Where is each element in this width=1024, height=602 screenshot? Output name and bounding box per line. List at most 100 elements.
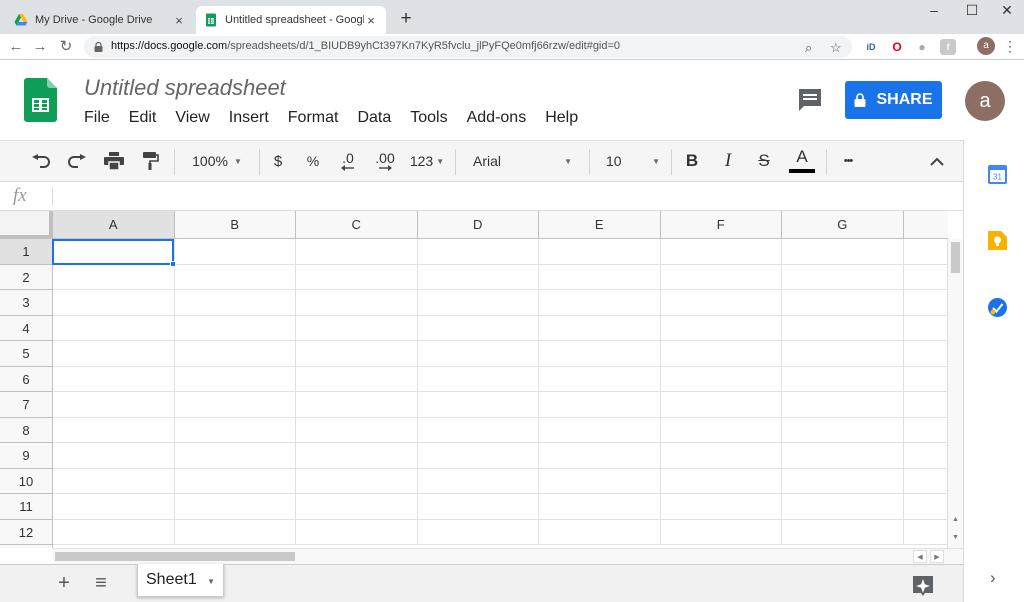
formula-input[interactable] <box>58 182 958 210</box>
grid-cell[interactable] <box>53 494 175 520</box>
grid-cell[interactable] <box>660 392 782 418</box>
grid-cell[interactable] <box>660 290 782 316</box>
row-header-9[interactable]: 9 <box>0 443 53 469</box>
grid-cell[interactable] <box>417 519 539 545</box>
grid-cell[interactable] <box>417 366 539 392</box>
all-sheets-button[interactable]: ≡ <box>87 569 115 597</box>
grid-cell[interactable] <box>53 468 175 494</box>
row-header-5[interactable]: 5 <box>0 341 53 367</box>
scroll-left-icon[interactable]: ◀ <box>913 550 927 563</box>
row-header-partial[interactable] <box>0 545 53 548</box>
grid-cell[interactable] <box>539 264 661 290</box>
grid-cell[interactable] <box>782 494 904 520</box>
grid-cell[interactable] <box>174 341 296 367</box>
grid-cell[interactable] <box>174 264 296 290</box>
add-sheet-button[interactable]: + <box>50 569 78 597</box>
grid-cell[interactable] <box>53 519 175 545</box>
document-title[interactable]: Untitled spreadsheet <box>84 75 286 101</box>
column-header-a[interactable]: A <box>53 211 175 239</box>
grid-cell[interactable] <box>660 417 782 443</box>
chevron-down-icon[interactable]: ▼ <box>207 577 215 586</box>
row-header-7[interactable]: 7 <box>0 392 53 418</box>
vertical-scroll-thumb[interactable] <box>951 242 960 273</box>
bookmark-star-icon[interactable]: ☆ <box>830 40 842 56</box>
grid-cell[interactable] <box>53 264 175 290</box>
column-header-partial[interactable] <box>903 211 948 239</box>
grid-cell[interactable] <box>903 392 948 418</box>
menu-insert[interactable]: Insert <box>229 109 269 127</box>
grid-cell[interactable] <box>660 468 782 494</box>
grid-cell[interactable] <box>174 417 296 443</box>
collapse-menus-button[interactable] <box>925 141 949 181</box>
grid-cell[interactable] <box>53 341 175 367</box>
grid-cell[interactable] <box>660 264 782 290</box>
grid-cell[interactable] <box>903 239 948 265</box>
grid-cell[interactable] <box>660 366 782 392</box>
grid-cell[interactable] <box>782 417 904 443</box>
scroll-right-icon[interactable]: ▶ <box>930 550 944 563</box>
grid-cell[interactable] <box>539 443 661 469</box>
grid-cell[interactable] <box>782 239 904 265</box>
grid-cell[interactable] <box>174 366 296 392</box>
grid-cell[interactable] <box>903 443 948 469</box>
row-header-11[interactable]: 11 <box>0 494 53 520</box>
grid-cell[interactable] <box>53 290 175 316</box>
grid-cell[interactable] <box>903 367 948 392</box>
menu-tools[interactable]: Tools <box>410 109 447 127</box>
grid-cell[interactable] <box>53 443 175 469</box>
fill-handle[interactable] <box>170 261 176 267</box>
grid-cell[interactable] <box>296 341 418 367</box>
grid-cell[interactable] <box>417 392 539 418</box>
expand-side-panel-icon[interactable]: › <box>990 568 996 588</box>
grid-cell[interactable] <box>296 290 418 316</box>
row-header-4[interactable]: 4 <box>0 315 53 341</box>
grid-cell[interactable] <box>539 315 661 341</box>
menu-add-ons[interactable]: Add-ons <box>467 109 527 127</box>
column-header-b[interactable]: B <box>174 211 296 239</box>
browser-tab-drive[interactable]: My Drive - Google Drive × <box>6 6 194 34</box>
calendar-icon[interactable]: 31 <box>988 165 1007 184</box>
grid-cell[interactable] <box>539 468 661 494</box>
grid-cell[interactable] <box>174 494 296 520</box>
opera-extension-icon[interactable]: O <box>889 39 905 55</box>
print-icon[interactable] <box>101 141 127 181</box>
column-header-d[interactable]: D <box>417 211 539 239</box>
row-header-3[interactable]: 3 <box>0 290 53 316</box>
grid-cell[interactable] <box>782 264 904 290</box>
horizontal-scrollbar[interactable]: ◀ ▶ <box>53 548 963 564</box>
format-currency-button[interactable]: $ <box>267 141 289 181</box>
grid-cell[interactable] <box>660 239 782 265</box>
grid-cell[interactable] <box>903 469 948 494</box>
increase-decimal-button[interactable]: .00 <box>371 141 399 181</box>
grid-cell[interactable] <box>174 468 296 494</box>
row-header-2[interactable]: 2 <box>0 264 53 290</box>
reload-icon[interactable]: ↻ <box>56 37 76 57</box>
menu-file[interactable]: File <box>84 109 110 127</box>
grid-cell[interactable] <box>296 392 418 418</box>
grid-cell[interactable] <box>903 520 948 545</box>
grid-cell[interactable] <box>417 341 539 367</box>
grid-cell[interactable] <box>903 290 948 316</box>
grid-cell[interactable] <box>53 315 175 341</box>
grid-cell[interactable] <box>174 519 296 545</box>
decrease-decimal-button[interactable]: .0 <box>335 141 361 181</box>
font-size-select[interactable]: 10 ▼ <box>598 141 662 181</box>
active-cell-outline[interactable] <box>52 239 174 265</box>
more-options-button[interactable]: ••• <box>834 141 862 181</box>
grid-cell[interactable] <box>539 239 661 265</box>
grid-cell[interactable] <box>660 315 782 341</box>
scroll-down-icon[interactable]: ▼ <box>948 531 963 545</box>
grid-cell[interactable] <box>539 519 661 545</box>
font-family-select[interactable]: Arial ▼ <box>464 141 580 181</box>
grid-cell[interactable] <box>539 417 661 443</box>
zoom-select[interactable]: 100% ▼ <box>184 141 250 181</box>
strikethrough-button[interactable]: S <box>752 141 776 181</box>
grid-cell[interactable] <box>174 392 296 418</box>
forward-arrow-icon[interactable]: → <box>30 37 50 57</box>
browser-profile-avatar[interactable]: a <box>977 37 995 55</box>
row-header-12[interactable]: 12 <box>0 519 53 545</box>
grid-cell[interactable] <box>539 392 661 418</box>
tasks-icon[interactable] <box>988 298 1007 317</box>
column-header-c[interactable]: C <box>296 211 418 239</box>
comments-icon[interactable] <box>797 87 823 113</box>
